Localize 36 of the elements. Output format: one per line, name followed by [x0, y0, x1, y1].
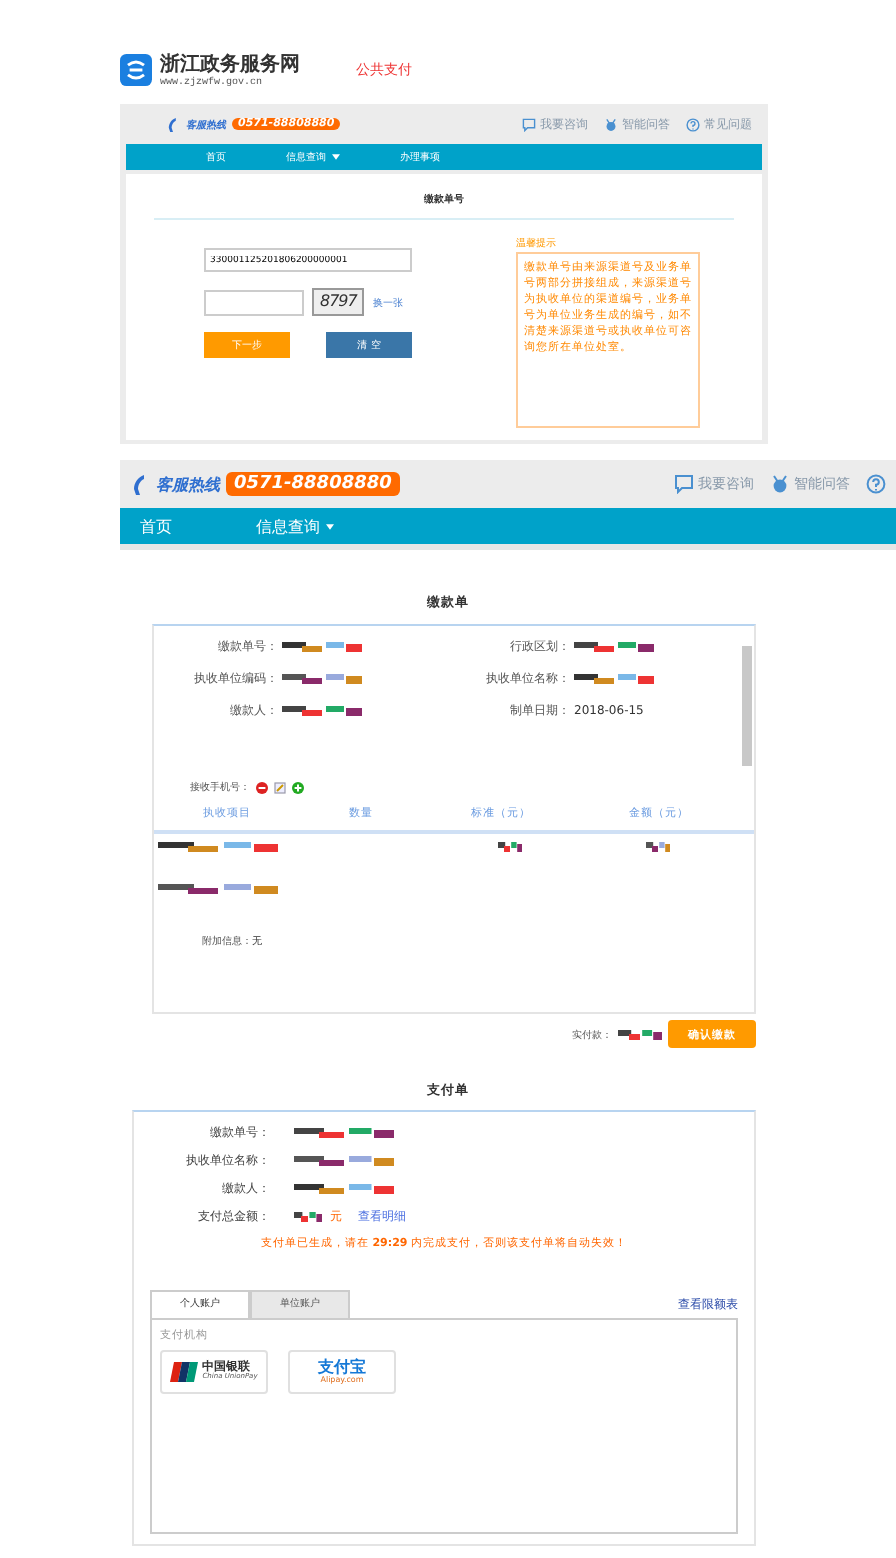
redaction-drawing — [282, 704, 362, 718]
chat-icon[interactable] — [674, 474, 694, 494]
redaction-drawing — [646, 840, 670, 854]
redaction-drawing — [158, 882, 278, 896]
redaction-drawing — [294, 1153, 394, 1167]
bank-card-logo-icon — [170, 1362, 199, 1382]
chat-icon[interactable] — [522, 117, 536, 131]
hotline-number: 0571-88808880 — [226, 472, 400, 496]
captcha-image: 8797 — [312, 288, 365, 316]
redaction-drawing — [618, 1027, 662, 1041]
redaction-drawing — [294, 1181, 394, 1195]
redaction-drawing — [158, 840, 278, 854]
edit-icon[interactable] — [274, 781, 286, 793]
redaction-drawing — [282, 640, 362, 654]
nav-item[interactable]: 信息查询 — [256, 515, 334, 537]
robot-icon[interactable] — [604, 117, 618, 131]
redaction-drawing — [294, 1209, 322, 1223]
site-name: 浙江政务服务网 — [160, 53, 300, 75]
nav-item[interactable]: 首页 — [140, 515, 172, 537]
hotline-label: 客服热线 — [156, 473, 220, 495]
logo-name: 支付宝 — [318, 1360, 366, 1376]
redaction-drawing — [282, 672, 362, 686]
help-icon[interactable] — [686, 117, 700, 131]
redaction-drawing — [294, 1125, 394, 1139]
scrollbar[interactable] — [742, 646, 752, 766]
caret-icon — [326, 523, 334, 529]
logo-icon — [120, 54, 152, 86]
redaction-drawing — [498, 840, 522, 854]
caret-icon — [332, 154, 340, 160]
redaction-drawing — [574, 640, 654, 654]
minus-icon[interactable] — [256, 781, 268, 793]
captcha-input-field[interactable] — [204, 289, 304, 315]
help-icon[interactable] — [866, 474, 886, 494]
redaction-drawing — [574, 672, 654, 686]
plus-icon[interactable] — [292, 781, 304, 793]
robot-icon[interactable] — [770, 474, 790, 494]
